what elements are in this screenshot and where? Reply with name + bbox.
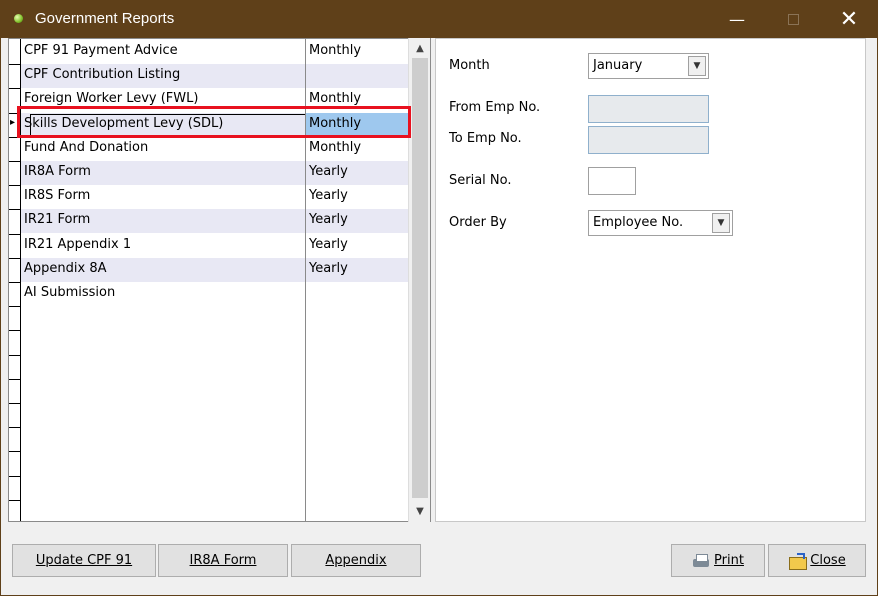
- selector-divider: [9, 161, 21, 162]
- selector-divider: [9, 378, 21, 380]
- report-name-cell[interactable]: CPF 91 Payment Advice: [21, 40, 306, 64]
- selector-divider: [9, 64, 21, 66]
- row-selector-column: [9, 39, 21, 521]
- printer-icon: [692, 553, 710, 569]
- selector-divider: [9, 136, 21, 138]
- order-by-label: Order By: [449, 215, 507, 230]
- selector-divider: [9, 306, 21, 308]
- month-dropdown[interactable]: January ▼: [588, 53, 709, 79]
- update-cpf91-label: Update CPF 91: [35, 553, 133, 568]
- month-value: January: [593, 58, 643, 73]
- selector-divider: [9, 88, 21, 90]
- frequency-cell[interactable]: Yearly: [306, 161, 417, 185]
- table-row[interactable]: Fund And Donation Monthly: [21, 137, 409, 161]
- app-icon: [14, 14, 23, 23]
- selector-divider: [9, 354, 21, 356]
- chevron-down-icon[interactable]: ▼: [688, 56, 706, 76]
- ir8a-form-label: IR8A Form: [189, 553, 257, 568]
- selector-divider: [9, 475, 21, 477]
- appendix-label: Appendix: [325, 553, 387, 568]
- frequency-cell[interactable]: Yearly: [306, 185, 417, 209]
- print-label: Print: [714, 553, 744, 568]
- frequency-cell[interactable]: Monthly: [306, 88, 417, 112]
- report-name-cell[interactable]: IR8S Form: [21, 185, 306, 209]
- close-window-button[interactable]: ✕: [826, 0, 872, 38]
- selector-divider: [9, 282, 21, 283]
- chevron-down-icon[interactable]: ▼: [712, 213, 730, 233]
- report-name-cell[interactable]: IR21 Appendix 1: [21, 234, 306, 258]
- table-row[interactable]: IR21 Form Yearly: [21, 209, 409, 234]
- from-emp-label: From Emp No.: [449, 100, 541, 115]
- serial-field[interactable]: [588, 167, 636, 195]
- frequency-cell[interactable]: Yearly: [306, 258, 417, 282]
- update-cpf91-button[interactable]: Update CPF 91: [12, 544, 156, 577]
- report-grid[interactable]: CPF 91 Payment Advice Monthly CPF Contribu…: [8, 38, 431, 522]
- window-title: Government Reports: [35, 10, 175, 27]
- to-emp-field[interactable]: [588, 126, 709, 154]
- order-by-value: Employee No.: [593, 215, 684, 230]
- table-row[interactable]: Foreign Worker Levy (FWL) Monthly: [21, 88, 409, 112]
- frequency-cell[interactable]: Monthly: [306, 112, 417, 137]
- report-name-cell[interactable]: Fund And Donation: [21, 137, 306, 161]
- table-row[interactable]: CPF Contribution Listing: [21, 64, 409, 89]
- table-row[interactable]: Skills Development Levy (SDL) Monthly ▸: [10, 112, 417, 137]
- selector-divider: [9, 427, 21, 429]
- table-row[interactable]: Appendix 8A Yearly: [21, 257, 409, 282]
- frequency-cell[interactable]: Yearly: [306, 234, 417, 258]
- active-cell-editor[interactable]: [30, 113, 306, 136]
- selector-divider: [9, 257, 21, 259]
- serial-label: Serial No.: [449, 173, 512, 188]
- order-by-dropdown[interactable]: Employee No. ▼: [588, 210, 733, 236]
- frequency-cell[interactable]: Monthly: [306, 137, 417, 161]
- maximize-button[interactable]: [770, 0, 816, 38]
- scroll-up-icon[interactable]: ▲: [409, 39, 431, 57]
- current-row-marker-icon: ▸: [10, 116, 16, 128]
- report-name-cell[interactable]: IR8A Form: [21, 161, 306, 185]
- minimize-button[interactable]: —: [714, 0, 760, 38]
- table-row[interactable]: IR8S Form Yearly: [21, 185, 409, 209]
- selector-divider: [9, 209, 21, 211]
- report-name-cell[interactable]: Appendix 8A: [21, 258, 306, 282]
- frequency-cell[interactable]: [306, 64, 417, 88]
- appendix-button[interactable]: Appendix: [291, 544, 421, 577]
- selector-divider: [9, 451, 21, 453]
- selector-divider: [9, 112, 21, 114]
- options-panel: Month January ▼ From Emp No. To Emp No. …: [435, 38, 866, 522]
- month-label: Month: [449, 58, 490, 73]
- close-folder-icon: [788, 552, 808, 570]
- scroll-down-icon[interactable]: ▼: [409, 502, 431, 520]
- report-name-cell[interactable]: AI Submission: [21, 282, 306, 306]
- selector-divider: [9, 403, 21, 404]
- table-row[interactable]: IR21 Appendix 1 Yearly: [21, 234, 409, 258]
- report-name-cell[interactable]: Foreign Worker Levy (FWL): [21, 88, 306, 112]
- close-label: Close: [810, 553, 846, 568]
- report-name-cell[interactable]: IR21 Form: [21, 209, 306, 233]
- scroll-thumb[interactable]: [412, 58, 428, 498]
- vertical-scrollbar[interactable]: ▲ ▼: [408, 38, 430, 522]
- report-name-cell[interactable]: CPF Contribution Listing: [21, 64, 306, 88]
- column-divider: [305, 39, 306, 521]
- frequency-cell[interactable]: Monthly: [306, 40, 417, 64]
- title-bar: Government Reports — ✕: [0, 0, 878, 38]
- table-row[interactable]: IR8A Form Yearly: [21, 161, 409, 185]
- selector-divider: [9, 499, 21, 501]
- frequency-cell[interactable]: Yearly: [306, 209, 417, 233]
- maximize-icon: [787, 13, 799, 25]
- to-emp-label: To Emp No.: [449, 131, 522, 146]
- print-button[interactable]: Print: [671, 544, 765, 577]
- selector-divider: [9, 330, 21, 332]
- table-row[interactable]: AI Submission: [21, 282, 409, 306]
- selector-divider: [9, 185, 21, 187]
- table-row[interactable]: CPF 91 Payment Advice Monthly: [21, 40, 409, 64]
- frequency-cell[interactable]: [306, 282, 417, 306]
- ir8a-form-button[interactable]: IR8A Form: [158, 544, 288, 577]
- from-emp-field[interactable]: [588, 95, 709, 123]
- selector-divider: [9, 233, 21, 235]
- close-button[interactable]: Close: [768, 544, 866, 577]
